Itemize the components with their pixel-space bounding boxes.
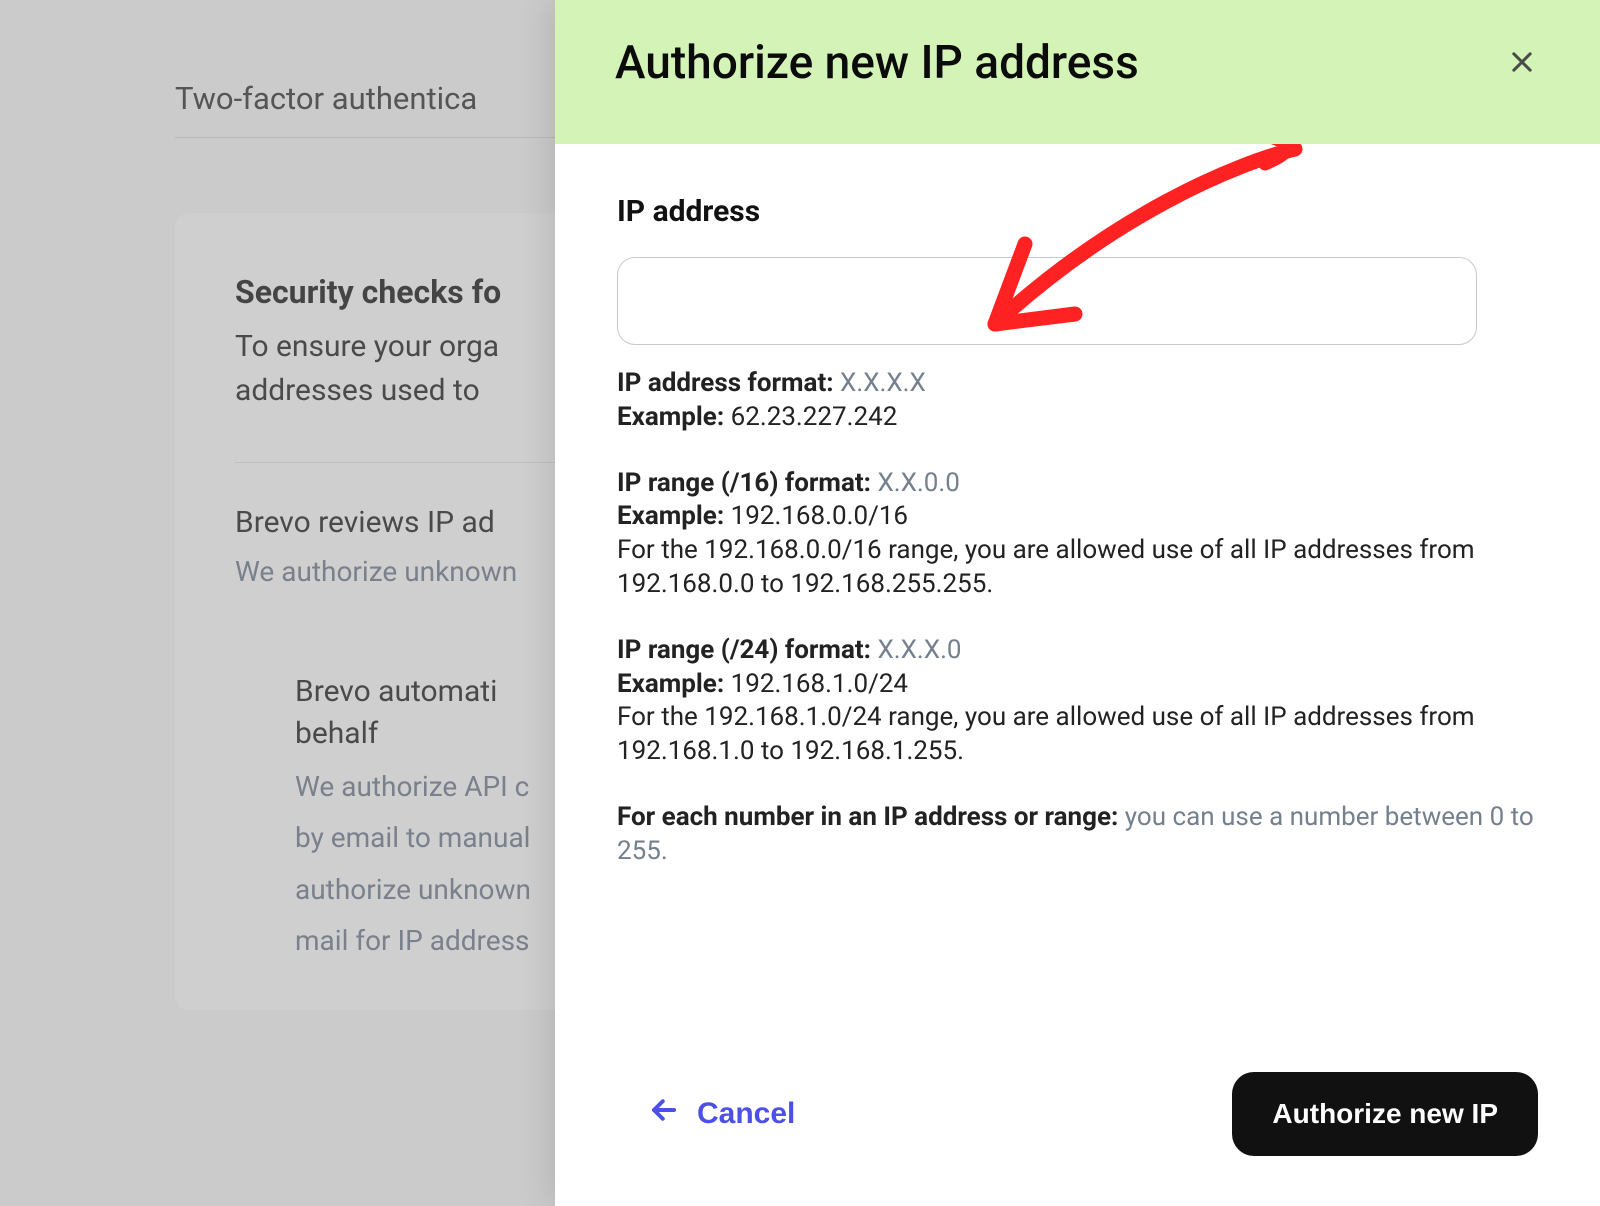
desc-range24: For the 192.168.1.0/24 range, you are al… <box>617 701 1538 769</box>
example-range16-value: 192.168.0.0/16 <box>731 501 908 531</box>
dialog-header: Authorize new IP address <box>555 0 1600 144</box>
arrow-left-icon <box>649 1095 679 1133</box>
authorize-ip-button[interactable]: Authorize new IP <box>1232 1072 1538 1156</box>
format-range16-label: IP range (/16) format: <box>617 468 871 498</box>
close-button[interactable] <box>1504 45 1540 81</box>
example-range24-value: 192.168.1.0/24 <box>731 669 908 699</box>
format-range24-value: X.X.X.0 <box>877 635 961 665</box>
dialog-footer: Cancel Authorize new IP <box>555 1072 1600 1206</box>
format-ip-value: X.X.X.X <box>840 368 926 398</box>
desc-range16: For the 192.168.0.0/16 range, you are al… <box>617 534 1538 602</box>
example-range16-label: Example: <box>617 501 724 531</box>
note-label: For each number in an IP address or rang… <box>617 802 1118 832</box>
dialog-body: IP address IP address format: X.X.X.X Ex… <box>555 144 1600 1072</box>
format-ip-label: IP address format: <box>617 368 834 398</box>
close-icon <box>1508 48 1536 79</box>
cancel-button-label: Cancel <box>697 1097 795 1131</box>
dialog-title: Authorize new IP address <box>615 36 1139 90</box>
format-range24-label: IP range (/24) format: <box>617 635 871 665</box>
example-ip-value: 62.23.227.242 <box>731 402 898 432</box>
help-text: IP address format: X.X.X.X Example: 62.2… <box>617 367 1538 869</box>
example-range24-label: Example: <box>617 669 724 699</box>
ip-address-input[interactable] <box>617 257 1477 345</box>
authorize-ip-dialog: Authorize new IP address IP address I <box>555 0 1600 1206</box>
ip-address-label: IP address <box>617 194 1538 229</box>
example-ip-label: Example: <box>617 402 724 432</box>
cancel-button[interactable]: Cancel <box>617 1083 827 1145</box>
format-range16-value: X.X.0.0 <box>877 468 959 498</box>
